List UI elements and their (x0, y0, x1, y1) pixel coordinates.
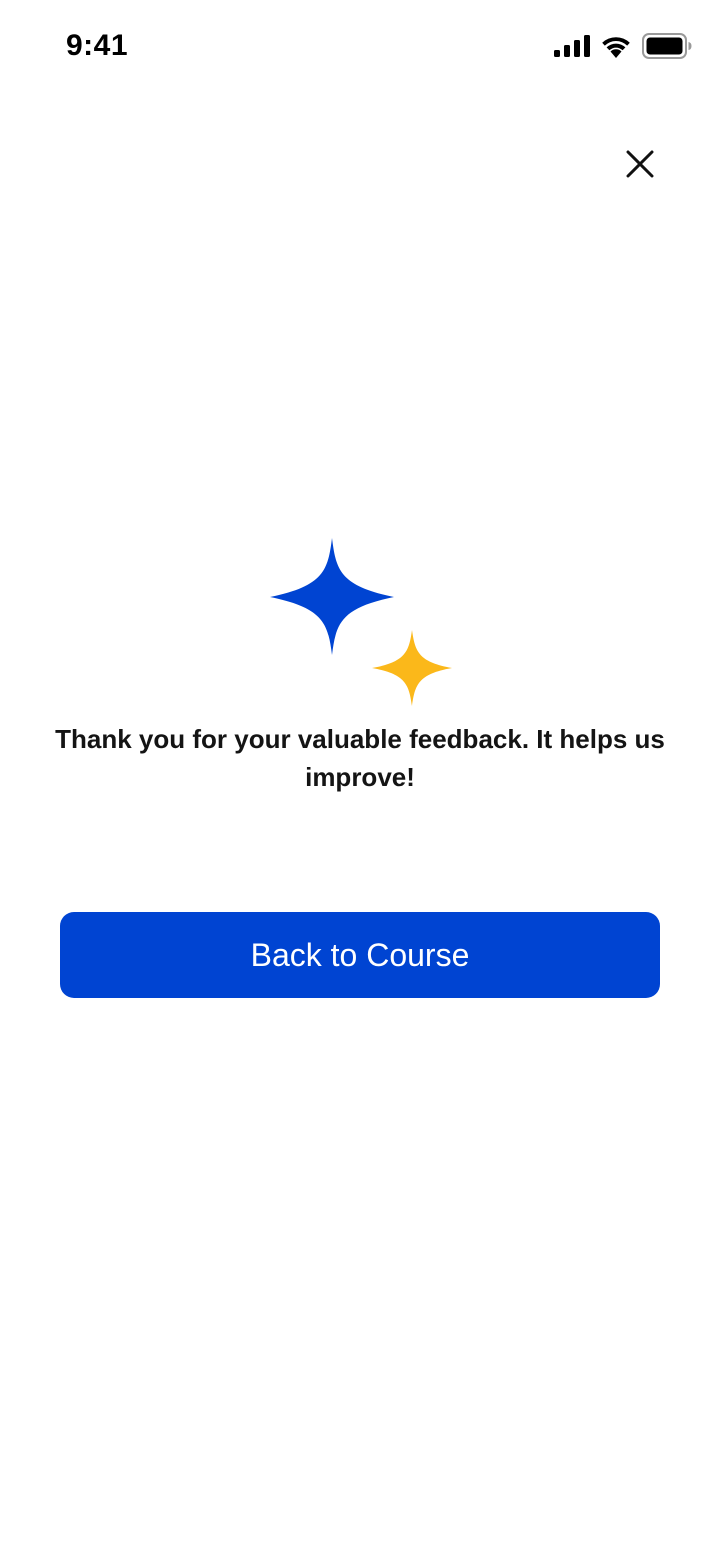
status-icons (554, 32, 692, 60)
feedback-thanks-message: Thank you for your valuable feedback. It… (55, 724, 665, 792)
close-button[interactable] (612, 138, 668, 194)
sparkles-illustration (268, 536, 456, 708)
sparkle-small-icon (372, 630, 452, 706)
back-to-course-button[interactable]: Back to Course (60, 912, 660, 998)
battery-icon (642, 33, 692, 59)
wifi-icon (600, 34, 632, 58)
status-time: 9:41 (66, 29, 129, 62)
cellular-signal-icon (554, 35, 590, 57)
status-bar: 9:41 (0, 0, 720, 92)
close-icon (626, 150, 654, 183)
sparkle-large-icon (270, 538, 394, 655)
